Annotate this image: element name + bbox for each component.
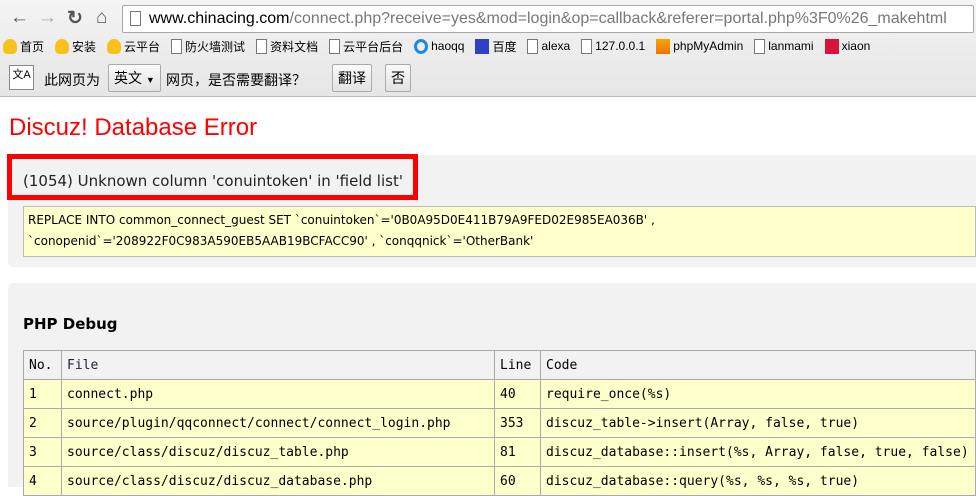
sql-line: REPLACE INTO common_connect_guest SET `c… bbox=[28, 213, 655, 227]
bookmark-label: haoqq bbox=[431, 39, 465, 53]
bookmark-label: xiaon bbox=[841, 39, 871, 53]
bookmark-label: 云平台 bbox=[124, 39, 161, 54]
doc-icon bbox=[581, 38, 593, 54]
cell-line: 81 bbox=[494, 437, 541, 467]
doc-icon bbox=[171, 38, 183, 54]
reload-icon[interactable]: ↻ bbox=[67, 7, 83, 30]
sql-line: `conopenid`='208922F0C983A590EB5AAB19BCF… bbox=[28, 234, 534, 248]
bookmark-item[interactable]: alexa bbox=[527, 34, 570, 58]
cell-code: discuz_database::insert(%s, Array, false… bbox=[540, 437, 976, 467]
doc-icon bbox=[527, 38, 539, 54]
bookmark-label: 防火墙测试 bbox=[185, 39, 246, 54]
bookmark-label: 127.0.0.1 bbox=[595, 39, 646, 53]
url-path: /connect.php?receive=yes&mod=login&op=ca… bbox=[289, 10, 947, 27]
header-no: No. bbox=[23, 350, 62, 380]
cell-line: 40 bbox=[494, 379, 541, 409]
bookmark-label: 首页 bbox=[20, 39, 45, 54]
back-icon[interactable]: ← bbox=[10, 7, 29, 29]
nav-bar: ← → ↻ ⌂ www.chinacing.com/connect.php?re… bbox=[0, 4, 976, 33]
bookmark-item[interactable]: xiaon bbox=[824, 34, 871, 58]
browser-chrome: ← → ↻ ⌂ www.chinacing.com/connect.php?re… bbox=[0, 0, 976, 97]
table-row: 1 connect.php 40 require_once(%s) bbox=[23, 379, 976, 409]
bulb-icon bbox=[107, 38, 122, 54]
cell-no: 1 bbox=[23, 379, 62, 409]
bulb-icon bbox=[3, 38, 17, 54]
url-host: www.chinacing.com bbox=[149, 10, 290, 27]
bookmark-item[interactable]: 云平台 bbox=[107, 34, 160, 58]
cell-file: source/class/discuz/discuz_database.php bbox=[61, 466, 495, 496]
hang-icon bbox=[824, 38, 839, 54]
bookmark-item[interactable]: haoqq bbox=[414, 34, 464, 58]
cell-file: source/plugin/qqconnect/connect/connect_… bbox=[61, 408, 495, 438]
language-value: 英文 bbox=[114, 70, 142, 86]
doc-icon bbox=[329, 38, 341, 54]
bookmark-item[interactable]: phpMyAdmin bbox=[656, 34, 743, 58]
ie-icon bbox=[414, 38, 429, 54]
bookmark-item[interactable]: lanmami bbox=[754, 34, 814, 58]
chevron-down-icon: ▼ bbox=[145, 75, 155, 85]
debug-table: No. File Line Code 1 connect.php 40 require… bbox=[23, 350, 976, 496]
header-file: File bbox=[61, 350, 495, 380]
page-title: Discuz! Database Error bbox=[9, 114, 258, 141]
sql-query: REPLACE INTO common_connect_guest SET `c… bbox=[23, 206, 976, 257]
bookmark-item[interactable]: 安装 bbox=[55, 34, 96, 58]
bulb-icon bbox=[55, 38, 70, 54]
translate-prefix: 此网页为 bbox=[44, 72, 100, 88]
bookmark-label: phpMyAdmin bbox=[673, 39, 744, 53]
cell-code: require_once(%s) bbox=[540, 379, 976, 409]
doc-icon bbox=[754, 38, 766, 54]
table-row: 4 source/class/discuz/discuz_database.php… bbox=[23, 466, 976, 496]
cell-code: discuz_table->insert(Array, false, true) bbox=[540, 408, 976, 438]
pma-icon bbox=[656, 38, 671, 54]
table-row: 2 source/plugin/qqconnect/connect/connect… bbox=[23, 408, 976, 438]
bookmark-label: 安装 bbox=[72, 39, 97, 54]
table-row: 3 source/class/discuz/discuz_table.php 81 d… bbox=[23, 437, 976, 467]
cell-line: 60 bbox=[494, 466, 541, 496]
language-select[interactable]: 英文 ▼ bbox=[108, 64, 161, 92]
bookmark-label: lanmami bbox=[768, 39, 814, 53]
bookmark-label: 百度 bbox=[492, 39, 517, 54]
cell-no: 3 bbox=[23, 437, 62, 467]
translate-bar: 文A 此网页为 英文 ▼ 网页，是否需要翻译？ 翻译 否 bbox=[0, 60, 976, 96]
bookmark-label: alexa bbox=[541, 39, 571, 53]
bookmark-item[interactable]: 资料文档 bbox=[256, 34, 318, 58]
bookmark-item[interactable]: 127.0.0.1 bbox=[581, 34, 645, 58]
no-button[interactable]: 否 bbox=[385, 64, 411, 92]
bookmark-item[interactable]: 防火墙测试 bbox=[171, 34, 245, 58]
error-message: (1054) Unknown column 'conuintoken' in '… bbox=[7, 154, 418, 200]
cell-file: source/class/discuz/discuz_table.php bbox=[61, 437, 495, 467]
bookmark-item[interactable]: 百度 bbox=[475, 34, 516, 58]
cell-no: 4 bbox=[23, 466, 62, 496]
cell-line: 353 bbox=[494, 408, 541, 438]
paw-icon bbox=[475, 38, 490, 54]
debug-title: PHP Debug bbox=[23, 315, 118, 333]
page-icon bbox=[130, 11, 141, 26]
header-code: Code bbox=[540, 350, 976, 380]
address-bar[interactable]: www.chinacing.com/connect.php?receive=ye… bbox=[122, 5, 974, 33]
bookmark-item[interactable]: 首页 bbox=[3, 34, 44, 58]
cell-file: connect.php bbox=[61, 379, 495, 409]
bookmark-label: 云平台后台 bbox=[343, 39, 404, 54]
forward-icon[interactable]: → bbox=[38, 7, 57, 29]
bookmark-label: 资料文档 bbox=[270, 39, 319, 54]
cell-code: discuz_database::query(%s, %s, %s, true) bbox=[540, 466, 976, 496]
table-header: No. File Line Code bbox=[23, 350, 976, 380]
doc-icon bbox=[256, 38, 268, 54]
header-line: Line bbox=[494, 350, 541, 380]
translate-suffix: 网页，是否需要翻译？ bbox=[166, 72, 306, 88]
cell-no: 2 bbox=[23, 408, 62, 438]
translate-button[interactable]: 翻译 bbox=[332, 64, 372, 92]
bookmark-item[interactable]: 云平台后台 bbox=[329, 34, 403, 58]
home-icon[interactable]: ⌂ bbox=[96, 7, 107, 29]
bookmarks-bar: 首页 安装 云平台 防火墙测试 资料文档 云平台后台 haoqq 百度 alexa 127.0.0… bbox=[0, 34, 976, 58]
translate-icon: 文A bbox=[9, 65, 34, 90]
